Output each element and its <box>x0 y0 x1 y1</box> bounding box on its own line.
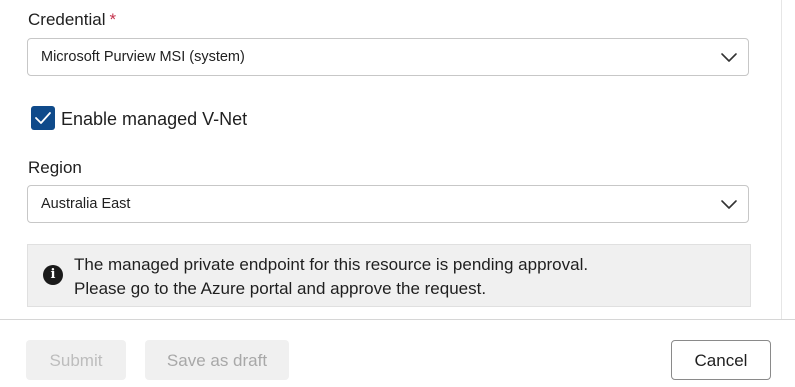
credential-label: Credential * <box>28 9 116 31</box>
enable-managed-vnet-checkbox[interactable] <box>31 106 55 130</box>
info-icon: i <box>43 265 63 285</box>
cancel-button[interactable]: Cancel <box>671 340 771 380</box>
info-message-line-2: Please go to the Azure portal and approv… <box>74 279 487 298</box>
chevron-down-icon <box>721 200 737 209</box>
form-panel: Credential * Microsoft Purview MSI (syste… <box>0 0 795 387</box>
info-message-line-1: The managed private endpoint for this re… <box>74 255 589 274</box>
region-label: Region <box>28 158 82 177</box>
region-selected-value: Australia East <box>41 196 131 212</box>
required-marker: * <box>109 10 117 29</box>
footer-divider <box>0 319 795 320</box>
form-scroll-region[interactable]: Credential * Microsoft Purview MSI (syste… <box>0 0 795 319</box>
scrollbar-track <box>781 0 782 319</box>
save-as-draft-button[interactable]: Save as draft <box>145 340 289 380</box>
checkmark-icon <box>35 112 51 124</box>
submit-button[interactable]: Submit <box>26 340 126 380</box>
credential-selected-value: Microsoft Purview MSI (system) <box>41 49 245 65</box>
credential-dropdown[interactable]: Microsoft Purview MSI (system) <box>27 38 749 76</box>
chevron-down-icon <box>721 53 737 62</box>
region-dropdown[interactable]: Australia East <box>27 185 749 223</box>
pending-approval-info-box: i The managed private endpoint for this … <box>27 244 751 307</box>
credential-label-text: Credential <box>28 10 106 29</box>
enable-managed-vnet-label: Enable managed V-Net <box>61 109 248 129</box>
